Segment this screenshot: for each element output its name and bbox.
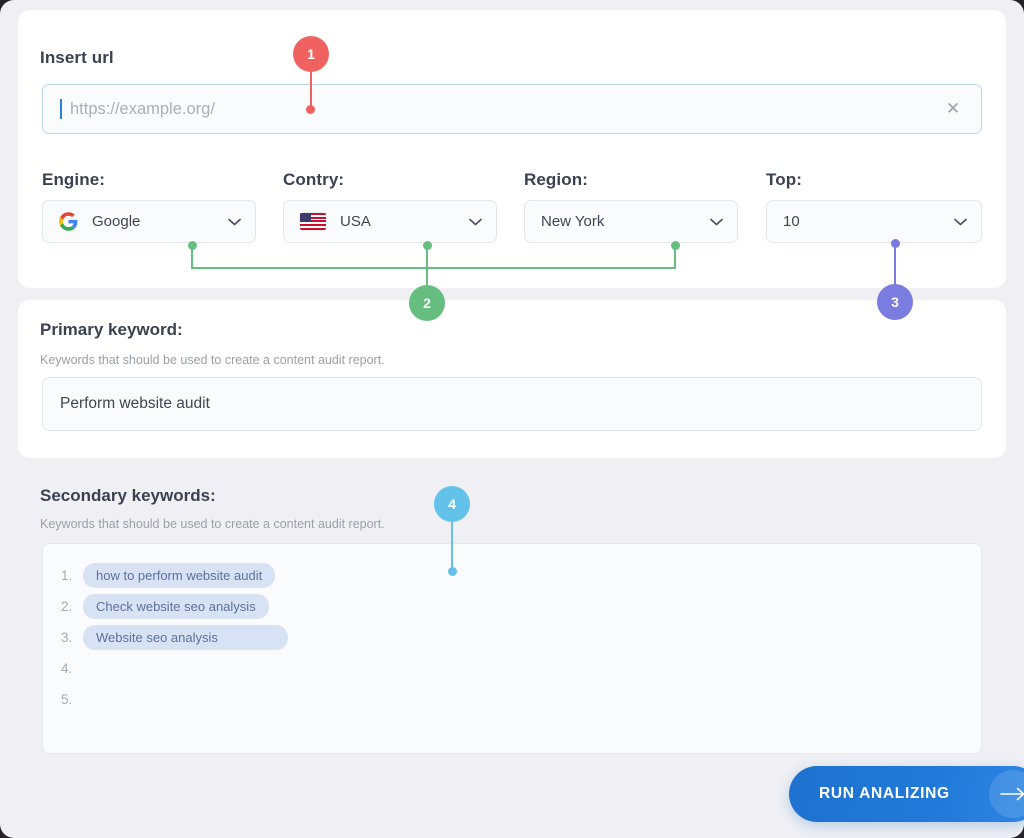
run-analizing-label: RUN ANALIZING bbox=[819, 785, 950, 802]
country-select[interactable]: USA bbox=[283, 200, 497, 243]
close-icon[interactable]: ✕ bbox=[943, 99, 963, 119]
list-item[interactable]: 2. Check website seo analysis bbox=[43, 591, 981, 622]
top-select[interactable]: 10 bbox=[766, 200, 982, 243]
country-label: Contry: bbox=[283, 170, 345, 189]
secondary-keywords-list[interactable]: 1. how to perform website audit 2. Check… bbox=[42, 543, 982, 754]
engine-label: Engine: bbox=[42, 170, 106, 189]
keyword-pill[interactable]: how to perform website audit bbox=[83, 563, 276, 588]
keyword-pill[interactable]: Check website seo analysis bbox=[83, 594, 269, 619]
usa-flag-icon bbox=[300, 213, 326, 230]
url-input-placeholder: https://example.org/ bbox=[70, 99, 215, 118]
top-selected-value: 10 bbox=[783, 213, 800, 230]
region-select[interactable]: New York bbox=[524, 200, 738, 243]
engine-selected-value: Google bbox=[92, 213, 141, 230]
insert-url-label: Insert url bbox=[40, 48, 114, 67]
text-caret bbox=[60, 99, 62, 119]
engine-select-group: Engine: Google bbox=[42, 170, 256, 243]
run-analizing-button[interactable]: RUN ANALIZING bbox=[789, 766, 1024, 822]
chevron-down-icon bbox=[710, 213, 723, 231]
chevron-down-icon bbox=[228, 213, 241, 231]
top-label: Top: bbox=[766, 170, 802, 189]
primary-keyword-subtitle: Keywords that should be used to create a… bbox=[40, 353, 385, 367]
list-item-number: 3. bbox=[61, 630, 73, 645]
list-item[interactable]: 4. bbox=[43, 653, 981, 684]
list-item[interactable]: 1. how to perform website audit bbox=[43, 560, 981, 591]
callout-badge-4: 4 bbox=[434, 486, 470, 522]
list-item[interactable]: 3. Website seo analysis bbox=[43, 622, 981, 653]
list-item-number: 2. bbox=[61, 599, 73, 614]
primary-keyword-input[interactable]: Perform website audit bbox=[42, 377, 982, 431]
secondary-keywords-subtitle: Keywords that should be used to create a… bbox=[40, 517, 385, 531]
url-input[interactable]: https://example.org/ ✕ bbox=[42, 84, 982, 134]
list-item[interactable]: 5. bbox=[43, 684, 981, 715]
top-select-group: Top: 10 bbox=[766, 170, 982, 243]
country-selected-value: USA bbox=[340, 213, 371, 230]
engine-select[interactable]: Google bbox=[42, 200, 256, 243]
region-label: Region: bbox=[524, 170, 588, 189]
country-select-group: Contry: USA bbox=[283, 170, 497, 243]
primary-keyword-title: Primary keyword: bbox=[40, 320, 183, 339]
keyword-pill[interactable]: Website seo analysis bbox=[83, 625, 288, 650]
list-item-number: 1. bbox=[61, 568, 73, 583]
list-item-number: 5. bbox=[61, 692, 73, 707]
app-viewport: Insert url https://example.org/ ✕ Engine… bbox=[0, 0, 1024, 838]
chevron-down-icon bbox=[469, 213, 482, 231]
secondary-keywords-title: Secondary keywords: bbox=[40, 486, 216, 505]
url-and-search-settings-card bbox=[18, 10, 1006, 288]
arrow-right-icon bbox=[989, 770, 1024, 818]
chevron-down-icon bbox=[954, 213, 967, 231]
list-item-number: 4. bbox=[61, 661, 73, 676]
region-selected-value: New York bbox=[541, 213, 605, 230]
google-logo-icon bbox=[59, 212, 78, 231]
region-select-group: Region: New York bbox=[524, 170, 738, 243]
